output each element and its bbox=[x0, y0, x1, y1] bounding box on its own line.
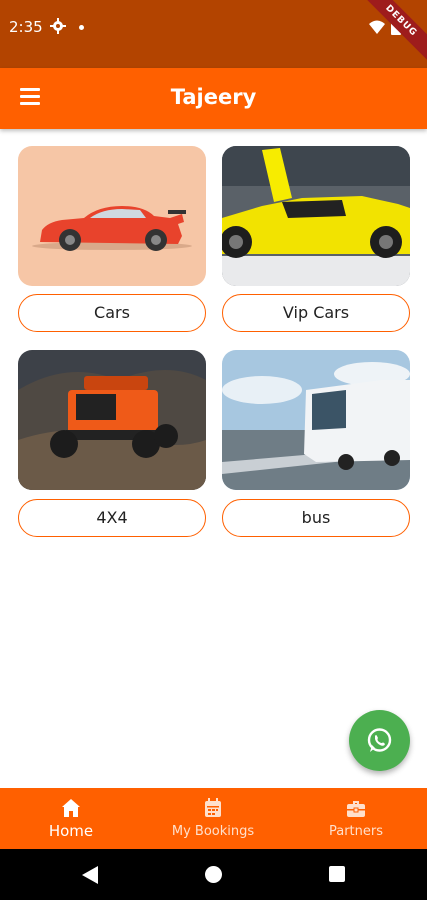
app-bar: Tajeery bbox=[0, 68, 427, 129]
back-icon[interactable] bbox=[82, 866, 98, 884]
nav-my-bookings-label: My Bookings bbox=[171, 824, 255, 839]
4x4-button[interactable]: 4X4 bbox=[18, 499, 206, 537]
vip-cars-button[interactable]: Vip Cars bbox=[222, 294, 410, 332]
nav-partners[interactable]: Partners bbox=[285, 788, 427, 849]
system-navigation-bar bbox=[0, 849, 427, 900]
recent-apps-icon[interactable] bbox=[329, 866, 345, 882]
yellow-supercar-photo bbox=[222, 146, 410, 286]
status-time: 2:35 bbox=[9, 18, 43, 36]
bus-button[interactable]: bus bbox=[222, 499, 410, 537]
app-screen: 2:35 DEBUG Tajeery Cars Vip Cars 4X4 bus… bbox=[0, 0, 427, 900]
cars-image[interactable] bbox=[18, 146, 206, 286]
nav-my-bookings[interactable]: My Bookings bbox=[142, 788, 284, 849]
home-icon bbox=[62, 799, 80, 817]
calendar-icon bbox=[205, 798, 221, 817]
vip-cars-image[interactable] bbox=[222, 146, 410, 286]
nav-home[interactable]: Home bbox=[0, 788, 142, 849]
briefcase-icon bbox=[347, 801, 365, 817]
whatsapp-icon bbox=[367, 728, 392, 752]
home-circle-icon[interactable] bbox=[205, 866, 222, 883]
white-bus-photo bbox=[222, 350, 410, 490]
bus-image[interactable] bbox=[222, 350, 410, 490]
red-sports-car-illustration bbox=[18, 146, 206, 286]
wifi-icon bbox=[369, 20, 385, 34]
notification-dot-icon bbox=[79, 25, 84, 30]
nav-home-label: Home bbox=[48, 822, 94, 840]
debug-ribbon: DEBUG bbox=[352, 0, 427, 70]
status-bar: 2:35 DEBUG bbox=[0, 0, 427, 70]
app-title: Tajeery bbox=[170, 85, 257, 109]
nav-partners-label: Partners bbox=[328, 824, 384, 839]
cars-button[interactable]: Cars bbox=[18, 294, 206, 332]
orange-jeep-photo bbox=[18, 350, 206, 490]
bottom-navigation: Home My Bookings Partners bbox=[0, 788, 427, 849]
whatsapp-button[interactable] bbox=[349, 710, 410, 771]
4x4-image[interactable] bbox=[18, 350, 206, 490]
gear-icon bbox=[50, 18, 66, 34]
